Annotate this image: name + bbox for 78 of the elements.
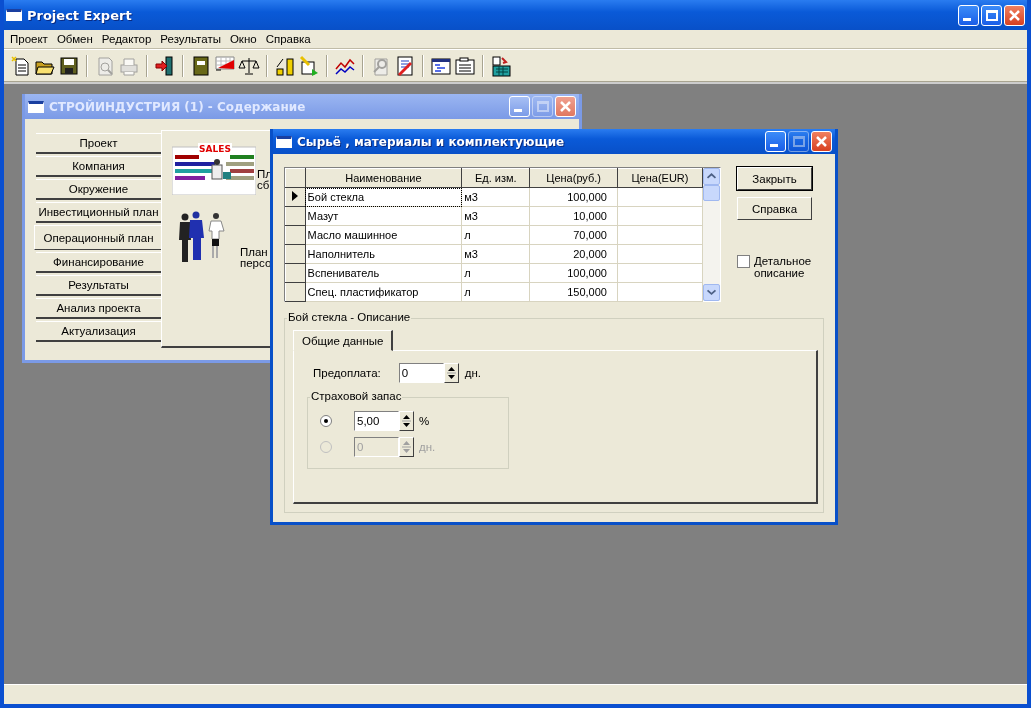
exit-icon[interactable] xyxy=(154,54,176,77)
minimize-button[interactable] xyxy=(958,4,979,26)
scroll-thumb[interactable] xyxy=(703,185,720,201)
edit-icon[interactable] xyxy=(394,54,416,77)
close-icon xyxy=(560,101,571,112)
clipboard-icon[interactable] xyxy=(454,54,476,77)
group-title: Бой стекла - Описание xyxy=(287,311,412,323)
table-cell: м3 xyxy=(461,244,530,264)
minimize-icon xyxy=(513,109,522,112)
new-document-icon[interactable] xyxy=(10,54,32,77)
close-icon xyxy=(1009,9,1020,21)
unit-label: % xyxy=(419,415,430,427)
window-title: Сырьё , материалы и комплектующие xyxy=(297,134,566,149)
tab[interactable]: Общие данные xyxy=(293,330,394,351)
number-field[interactable]: 0 xyxy=(398,363,444,383)
table-cell: Наполнитель xyxy=(305,244,462,264)
table-cell: 150,000 xyxy=(529,282,618,302)
table-cell: 10,000 xyxy=(529,206,618,226)
table-cell: 70,000 xyxy=(529,225,618,245)
close-icon xyxy=(816,136,827,147)
field-label: Предоплата: xyxy=(313,367,381,379)
checkbox-label[interactable]: Детальное описание xyxy=(754,255,824,279)
unit-label: дн. xyxy=(419,441,436,453)
window-title: Project Expert xyxy=(27,7,133,23)
menu-item[interactable]: Редактор xyxy=(97,33,157,45)
table-cell: л xyxy=(461,263,530,283)
minimize-icon xyxy=(962,17,971,21)
menu-item[interactable]: Результаты xyxy=(156,33,226,45)
window-title: СТРОЙИНДУСТРИЯ (1) - Содержание xyxy=(49,99,307,114)
dialog-button[interactable]: Справка xyxy=(737,197,812,220)
column-header[interactable]: Цена(EUR) xyxy=(617,168,703,188)
maximize-icon xyxy=(985,9,998,21)
window-icon xyxy=(6,9,22,21)
window-icon xyxy=(28,100,44,113)
notebook-icon[interactable] xyxy=(190,54,212,77)
radio-button[interactable] xyxy=(320,415,332,427)
maximize-icon xyxy=(792,136,805,147)
window-icon xyxy=(276,135,292,148)
menu-item[interactable]: Справка xyxy=(261,33,316,45)
table-cell: Мазут xyxy=(305,206,462,226)
menu-item[interactable]: Окно xyxy=(225,33,262,45)
menu-item[interactable]: Проект xyxy=(6,33,53,45)
close-button[interactable] xyxy=(811,131,832,152)
table-cell: 20,000 xyxy=(529,244,618,264)
checkbox[interactable] xyxy=(737,255,750,268)
column-header[interactable]: Цена(руб.) xyxy=(529,168,618,188)
scroll-up-icon[interactable] xyxy=(703,168,720,185)
save-icon[interactable] xyxy=(58,54,80,77)
table-cell: Бой стекла xyxy=(305,187,462,207)
table-cell: Масло машинное xyxy=(305,225,462,245)
group-title: Страховой запас xyxy=(310,390,403,402)
column-header[interactable]: Наименование xyxy=(305,168,462,188)
spin-buttons[interactable] xyxy=(399,411,414,431)
table-cell: л xyxy=(461,282,530,302)
current-row-icon xyxy=(292,191,299,201)
scrollbar[interactable] xyxy=(703,168,720,301)
table-cell: м3 xyxy=(461,206,530,226)
spin-buttons[interactable] xyxy=(399,437,414,457)
table-cell: м3 xyxy=(461,187,530,207)
scroll-down-icon[interactable] xyxy=(703,284,720,301)
spin-buttons[interactable] xyxy=(443,363,459,383)
table-cell: 100,000 xyxy=(529,187,618,207)
table-cell: л xyxy=(461,225,530,245)
menu-item[interactable]: Обмен xyxy=(52,33,98,45)
maximize-icon xyxy=(536,101,549,112)
dialog-button[interactable]: Закрыть xyxy=(737,167,812,190)
calculator-icon[interactable] xyxy=(490,54,512,77)
export-icon[interactable] xyxy=(298,54,320,77)
minimize-button[interactable] xyxy=(765,131,786,152)
table-cell: Спец. пластификатор xyxy=(305,282,462,302)
unit-label: дн. xyxy=(464,367,481,379)
column-header[interactable]: Ед. изм. xyxy=(461,168,530,188)
number-field[interactable]: 5,00 xyxy=(354,411,399,431)
minimize-icon xyxy=(769,144,778,147)
table-cell: Вспениватель xyxy=(305,263,462,283)
close-button[interactable] xyxy=(1004,4,1025,26)
maximize-button[interactable] xyxy=(981,4,1002,26)
table-cell: 100,000 xyxy=(529,263,618,283)
